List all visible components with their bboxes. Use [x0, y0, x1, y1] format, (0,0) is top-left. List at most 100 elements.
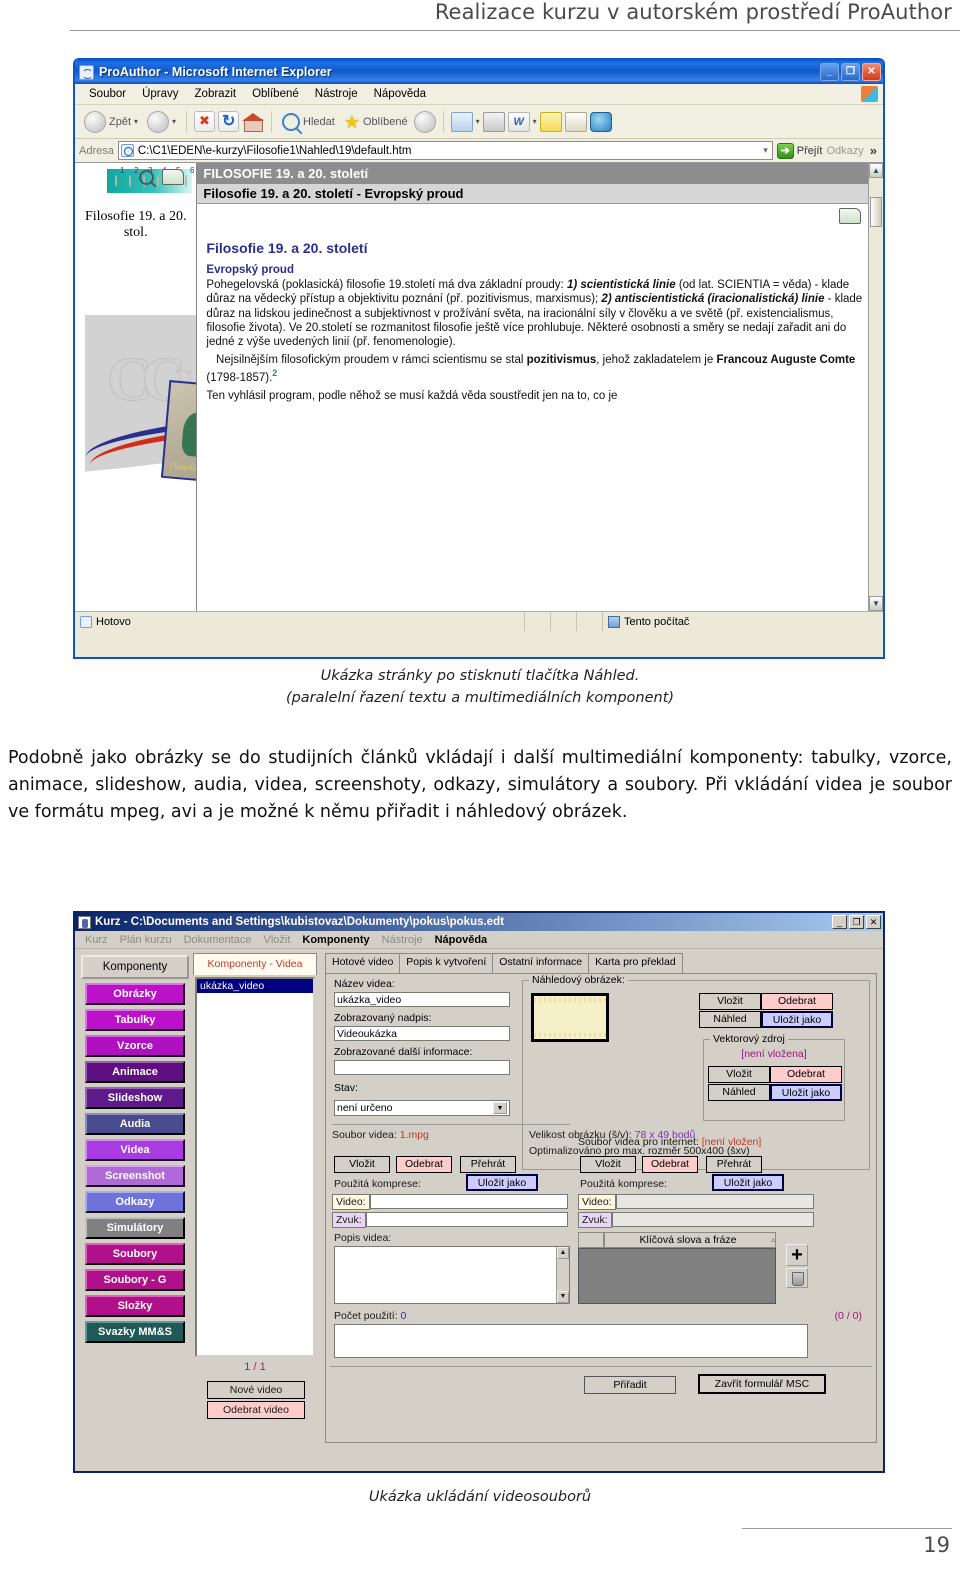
ie-window-controls[interactable]: _ ❐ ✕: [820, 63, 881, 81]
internet-remove-button[interactable]: Odebrat: [642, 1156, 698, 1173]
pa-menu-nastroje[interactable]: Nástroje: [376, 934, 429, 946]
printer-icon[interactable]: [162, 169, 185, 185]
pa-menu-vlozit[interactable]: Vložit: [257, 934, 296, 946]
keywords-column-header[interactable]: Klíčová slova a fráze ▵: [604, 1232, 776, 1248]
pa-menu-komponenty[interactable]: Komponenty: [296, 934, 375, 946]
preview-save-as-button[interactable]: Uložit jako: [761, 1011, 833, 1028]
address-input[interactable]: C:\C1\EDEN\e-kurzy\Filosofie1\Nahled\19\…: [117, 141, 773, 160]
description-scroll-up-icon[interactable]: ▲: [557, 1247, 569, 1259]
ie-address-bar[interactable]: Adresa C:\C1\EDEN\e-kurzy\Filosofie1\Nah…: [75, 139, 883, 163]
vector-remove-button[interactable]: Odebrat: [770, 1066, 842, 1083]
footnote-marker[interactable]: 2: [272, 368, 277, 378]
search-button[interactable]: Hledat: [279, 112, 338, 132]
mail-icon[interactable]: [450, 111, 473, 132]
menu-item-zobrazit[interactable]: Zobrazit: [187, 88, 245, 100]
home-icon[interactable]: [242, 112, 265, 132]
messenger-icon[interactable]: [589, 111, 612, 132]
note-icon[interactable]: [539, 111, 562, 132]
zoom-icon[interactable]: [139, 169, 155, 185]
pa-menu-dokumentace[interactable]: Dokumentace: [178, 934, 258, 946]
scroll-up-icon[interactable]: ▲: [869, 163, 883, 178]
media-icon[interactable]: [413, 110, 436, 133]
pa-close-icon[interactable]: ✕: [866, 915, 881, 929]
go-button[interactable]: ➔ Přejít: [776, 142, 822, 159]
word-icon[interactable]: W: [507, 111, 530, 132]
add-keyword-button[interactable]: +: [786, 1244, 808, 1266]
word-chevron-icon[interactable]: ▾: [533, 117, 537, 126]
article-scrollbar[interactable]: ▲ ▼: [868, 163, 883, 611]
component-button-soubory[interactable]: Soubory: [85, 1243, 185, 1265]
video-remove-button[interactable]: Odebrat: [396, 1156, 452, 1173]
keywords-grid-body[interactable]: [578, 1248, 776, 1304]
minimize-icon[interactable]: _: [820, 63, 839, 81]
tab-popis-k-vytvoreni[interactable]: Popis k vytvoření: [399, 953, 494, 973]
video-save-as-button[interactable]: Uložit jako: [466, 1174, 538, 1191]
chevron-down-icon-2[interactable]: ▾: [172, 117, 176, 126]
vector-save-as-button[interactable]: Uložit jako: [770, 1084, 842, 1101]
edit-icon[interactable]: [564, 111, 587, 132]
video-caption-input[interactable]: Videoukázka: [334, 1026, 510, 1041]
chevron-down-icon-state[interactable]: ▼: [493, 1102, 507, 1114]
assign-button[interactable]: Přiřadit: [584, 1376, 676, 1394]
component-button-tabulky[interactable]: Tabulky: [85, 1009, 185, 1031]
component-list[interactable]: ukázka_video: [195, 977, 315, 1357]
print-icon[interactable]: [482, 111, 505, 132]
pa-menu-napoveda[interactable]: Nápověda: [429, 934, 494, 946]
preview-remove-button[interactable]: Odebrat: [761, 993, 833, 1010]
description-scrollbar[interactable]: ▲ ▼: [556, 1247, 569, 1303]
chevron-double-right-icon[interactable]: »: [868, 143, 879, 158]
tab-ostatni-informace[interactable]: Ostatní informace: [492, 953, 590, 973]
tab-hotove-video[interactable]: Hotové video: [325, 953, 401, 973]
component-button-slozky[interactable]: Složky: [85, 1295, 185, 1317]
address-dropdown-icon[interactable]: ▾: [763, 145, 770, 156]
audio-codec-input[interactable]: [365, 1212, 568, 1227]
component-button-soubory-g[interactable]: Soubory - G: [85, 1269, 185, 1291]
internet-save-as-button[interactable]: Uložit jako: [712, 1174, 784, 1191]
video-play-button[interactable]: Přehrát: [460, 1156, 516, 1173]
favorites-button[interactable]: ★ Oblíbené: [341, 112, 411, 132]
forward-button[interactable]: ▾: [144, 110, 179, 134]
component-button-vzorce[interactable]: Vzorce: [85, 1035, 185, 1057]
internet-audio-codec-input[interactable]: [611, 1212, 814, 1227]
description-scroll-down-icon[interactable]: ▼: [557, 1291, 569, 1303]
preview-insert-button[interactable]: Vložit: [699, 993, 761, 1010]
page-button-6[interactable]: 6: [185, 166, 194, 187]
menu-item-napoveda[interactable]: Nápověda: [366, 88, 434, 100]
sort-arrow-icon[interactable]: ▵: [771, 1233, 775, 1247]
component-button-audia[interactable]: Audia: [85, 1113, 185, 1135]
page-button-2[interactable]: 2: [129, 166, 138, 187]
video-extra-input[interactable]: [334, 1060, 510, 1075]
pa-menu-bar[interactable]: Kurz Plán kurzu Dokumentace Vložit Kompo…: [75, 931, 883, 949]
list-item-selected[interactable]: ukázka_video: [197, 979, 313, 993]
new-video-button[interactable]: Nové video: [207, 1381, 305, 1399]
menu-item-oblibene[interactable]: Oblíbené: [244, 88, 307, 100]
preview-preview-button[interactable]: Náhled: [699, 1011, 761, 1028]
component-button-obrazky[interactable]: Obrázky: [85, 983, 185, 1005]
video-name-input[interactable]: ukázka_video: [334, 992, 510, 1007]
component-button-svazky-mms[interactable]: Svazky MM&S: [85, 1321, 185, 1343]
video-state-select[interactable]: není určeno ▼: [334, 1100, 510, 1116]
vector-preview-button[interactable]: Náhled: [708, 1084, 770, 1101]
component-button-odkazy[interactable]: Odkazy: [85, 1191, 185, 1213]
page-button-1[interactable]: 1: [115, 166, 124, 187]
internet-insert-button[interactable]: Vložit: [580, 1156, 636, 1173]
refresh-icon[interactable]: [218, 111, 240, 132]
component-list-tab-label[interactable]: Komponenty - Videa: [193, 953, 317, 975]
pa-menu-kurz[interactable]: Kurz: [79, 934, 114, 946]
close-form-button[interactable]: Zavřít formulář MSC: [698, 1374, 826, 1394]
components-header-button[interactable]: Komponenty: [81, 955, 189, 979]
component-button-screenshot[interactable]: Screenshot: [85, 1165, 185, 1187]
form-tab-row[interactable]: Hotové video Popis k vytvoření Ostatní i…: [325, 953, 683, 973]
description-textarea[interactable]: ▲ ▼: [334, 1246, 570, 1304]
component-button-videa[interactable]: Videa: [85, 1139, 185, 1161]
component-button-slideshow[interactable]: Slideshow: [85, 1087, 185, 1109]
ie-menu-bar[interactable]: Soubor Úpravy Zobrazit Oblíbené Nástroje…: [75, 84, 883, 105]
delete-video-button[interactable]: Odebrat video: [207, 1401, 305, 1419]
menu-item-upravy[interactable]: Úpravy: [134, 88, 186, 100]
internet-play-button[interactable]: Přehrát: [706, 1156, 762, 1173]
maximize-icon[interactable]: ❐: [841, 63, 860, 81]
pa-minimize-icon[interactable]: _: [832, 915, 847, 929]
component-button-animace[interactable]: Animace: [85, 1061, 185, 1083]
mail-chevron-icon[interactable]: ▾: [476, 117, 480, 126]
delete-keyword-button[interactable]: [786, 1268, 808, 1288]
